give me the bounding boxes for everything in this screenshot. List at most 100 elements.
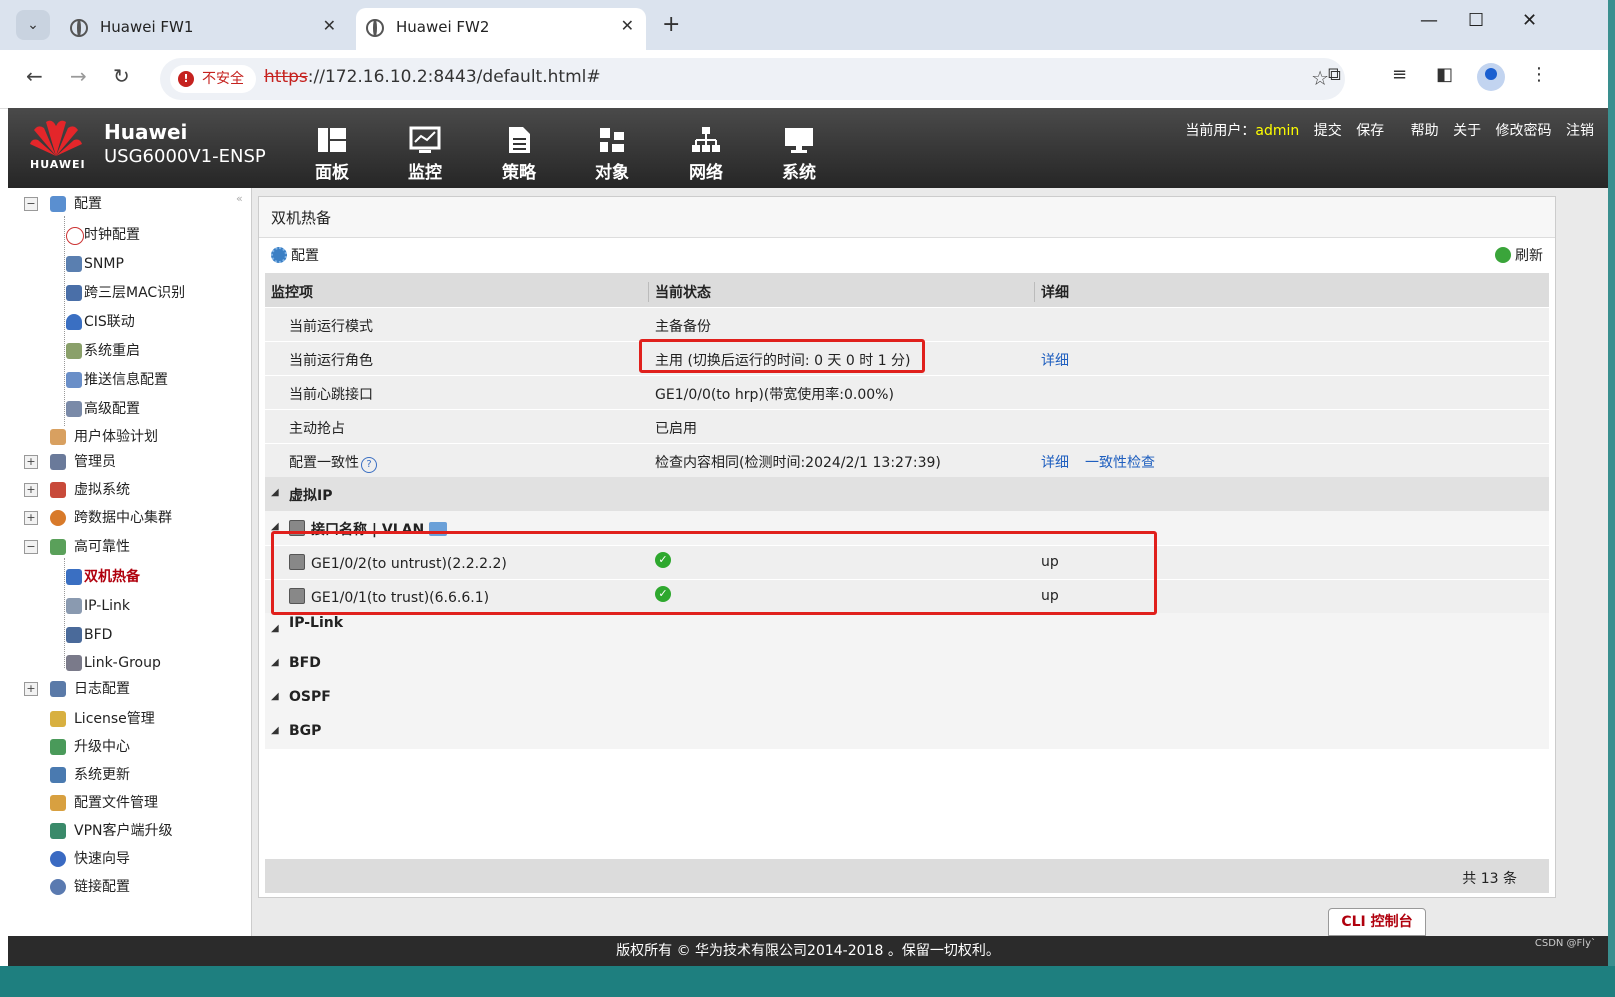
desktop-strip <box>0 966 1615 997</box>
expand-toggle-icon[interactable]: + <box>24 483 38 497</box>
huawei-logo-icon <box>30 120 82 156</box>
grid-header: 监控项 当前状态 详细 <box>265 273 1549 307</box>
profile-avatar-icon[interactable] <box>1477 63 1505 91</box>
clock-icon <box>66 227 84 245</box>
table-row: 当前运行模式 主备备份 <box>265 307 1549 342</box>
sidebar-item-label: License管理 <box>74 711 155 727</box>
sidebar-item-label: 升级中心 <box>74 739 130 755</box>
folder-icon <box>50 795 66 811</box>
nav-objects[interactable]: 对象 <box>582 126 642 183</box>
config-label: 配置 <box>291 248 319 264</box>
link-about[interactable]: 关于 <box>1453 123 1481 139</box>
nav-label: 系统 <box>782 163 816 183</box>
row-status: 已启用 <box>655 421 697 437</box>
collapse-toggle-icon[interactable]: − <box>24 540 38 554</box>
tab-huawei-fw1[interactable]: Huawei FW1 ✕ <box>60 8 348 50</box>
security-indicator[interactable]: ! 不安全 <box>170 65 256 93</box>
group-title: IP-Link <box>289 615 344 631</box>
virtual-system-icon <box>50 482 66 498</box>
collapse-triangle-icon[interactable]: ◢ <box>271 487 279 498</box>
row-item-with-help: 配置一致性? <box>289 452 377 473</box>
detail-link[interactable]: 详细 <box>1041 452 1069 472</box>
extensions-icon[interactable]: ⧉ <box>1328 64 1341 85</box>
link-submit[interactable]: 提交 <box>1314 123 1342 139</box>
side-panel-icon[interactable]: ◧ <box>1436 64 1453 85</box>
nav-dashboard[interactable]: 面板 <box>302 126 362 183</box>
help-icon[interactable]: ? <box>361 457 377 473</box>
close-icon[interactable]: ✕ <box>621 16 634 35</box>
nav-monitor[interactable]: 监控 <box>395 126 455 183</box>
address-bar[interactable]: ! 不安全 https://172.16.10.2:8443/default.h… <box>160 58 1345 100</box>
reading-list-icon[interactable]: ≡ <box>1392 64 1407 85</box>
collapse-toggle-icon[interactable]: − <box>24 197 38 211</box>
new-tab-icon[interactable]: + <box>662 12 680 37</box>
url-rest: ://172.16.10.2:8443/default.html# <box>307 67 601 87</box>
collapse-sidebar-icon[interactable]: « <box>236 192 243 205</box>
config-icon <box>50 196 66 212</box>
detail-link[interactable]: 详细 <box>1041 350 1069 370</box>
link-change-password[interactable]: 修改密码 <box>1496 123 1552 139</box>
tree-guide-line <box>64 558 65 668</box>
link-logout[interactable]: 注销 <box>1566 123 1594 139</box>
tab-huawei-fw2[interactable]: Huawei FW2 ✕ <box>356 8 646 50</box>
cli-console-button[interactable]: CLI 控制台 <box>1328 908 1426 936</box>
consistency-check-link[interactable]: 一致性检查 <box>1085 452 1155 472</box>
sidebar-item-label: 虚拟系统 <box>74 482 130 498</box>
url-text[interactable]: https://172.16.10.2:8443/default.html# <box>264 67 601 87</box>
group-title: BGP <box>289 723 322 739</box>
back-icon[interactable]: ← <box>26 64 43 88</box>
column-header: 监控项 <box>271 285 313 301</box>
ip-link-icon <box>66 598 82 614</box>
collapse-triangle-icon[interactable]: ◢ <box>271 623 279 634</box>
computer-icon <box>66 285 82 301</box>
reload-icon[interactable]: ↻ <box>113 64 130 88</box>
minimize-icon[interactable]: — <box>1420 10 1438 31</box>
advanced-config-icon <box>66 401 82 417</box>
group-ip-link[interactable]: ◢ IP-Link <box>265 613 1549 647</box>
sidebar-item-label: CIS联动 <box>84 314 135 330</box>
link-help[interactable]: 帮助 <box>1411 123 1439 139</box>
group-bfd[interactable]: ◢ BFD <box>265 647 1549 681</box>
nav-policy[interactable]: 策略 <box>489 126 549 183</box>
config-button[interactable]: 配置 <box>271 245 319 265</box>
group-ospf[interactable]: ◢ OSPF <box>265 681 1549 715</box>
upgrade-icon <box>50 739 66 755</box>
expand-toggle-icon[interactable]: + <box>24 682 38 696</box>
bookmark-star-icon[interactable]: ☆ <box>1311 66 1329 90</box>
device-model: USG6000V1-ENSP <box>104 146 266 167</box>
app-header: HUAWEI Huawei USG6000V1-ENSP 面板 监控 策略 对象… <box>8 108 1608 188</box>
maximize-icon[interactable]: ☐ <box>1468 10 1484 31</box>
window-close-icon[interactable]: ✕ <box>1522 10 1537 31</box>
forward-icon[interactable]: → <box>70 64 87 88</box>
policy-document-icon <box>509 127 530 153</box>
wizard-icon <box>50 851 66 867</box>
tab-title: Huawei FW2 <box>396 18 490 36</box>
expand-toggle-icon[interactable]: + <box>24 511 38 525</box>
collapse-triangle-icon[interactable]: ◢ <box>271 657 279 668</box>
refresh-button[interactable]: 刷新 <box>1495 245 1543 265</box>
refresh-icon <box>1495 247 1511 263</box>
nav-network[interactable]: 网络 <box>676 126 736 183</box>
security-label: 不安全 <box>202 71 244 87</box>
shield-icon <box>66 314 82 330</box>
menu-kebab-icon[interactable]: ⋮ <box>1530 64 1548 85</box>
close-icon[interactable]: ✕ <box>323 16 336 35</box>
link-save[interactable]: 保存 <box>1356 123 1384 139</box>
page-title: 双机热备 <box>271 209 332 227</box>
tab-search-button[interactable]: ⌄ <box>16 10 50 40</box>
sidebar-item-label: 管理员 <box>74 454 116 470</box>
collapse-triangle-icon[interactable]: ◢ <box>271 691 279 702</box>
sidebar-item-label: 链接配置 <box>74 879 130 895</box>
url-scheme: https <box>264 67 308 87</box>
sidebar-tree: « − 配置 时钟配置 SNMP 跨三层MAC识别 CIS联动 系统重启 推送信… <box>8 188 252 936</box>
collapse-triangle-icon[interactable]: ◢ <box>271 725 279 736</box>
group-bgp[interactable]: ◢ BGP <box>265 715 1549 749</box>
group-virtual-ip[interactable]: ◢ 虚拟IP <box>265 477 1549 511</box>
watermark: CSDN @Fly` <box>1534 938 1596 949</box>
nav-system[interactable]: 系统 <box>769 126 829 183</box>
sidebar-item-label: 配置 <box>74 196 102 212</box>
log-config-icon <box>50 681 66 697</box>
column-header: 当前状态 <box>648 282 711 302</box>
expand-toggle-icon[interactable]: + <box>24 455 38 469</box>
sidebar-item-label: 时钟配置 <box>84 227 140 243</box>
